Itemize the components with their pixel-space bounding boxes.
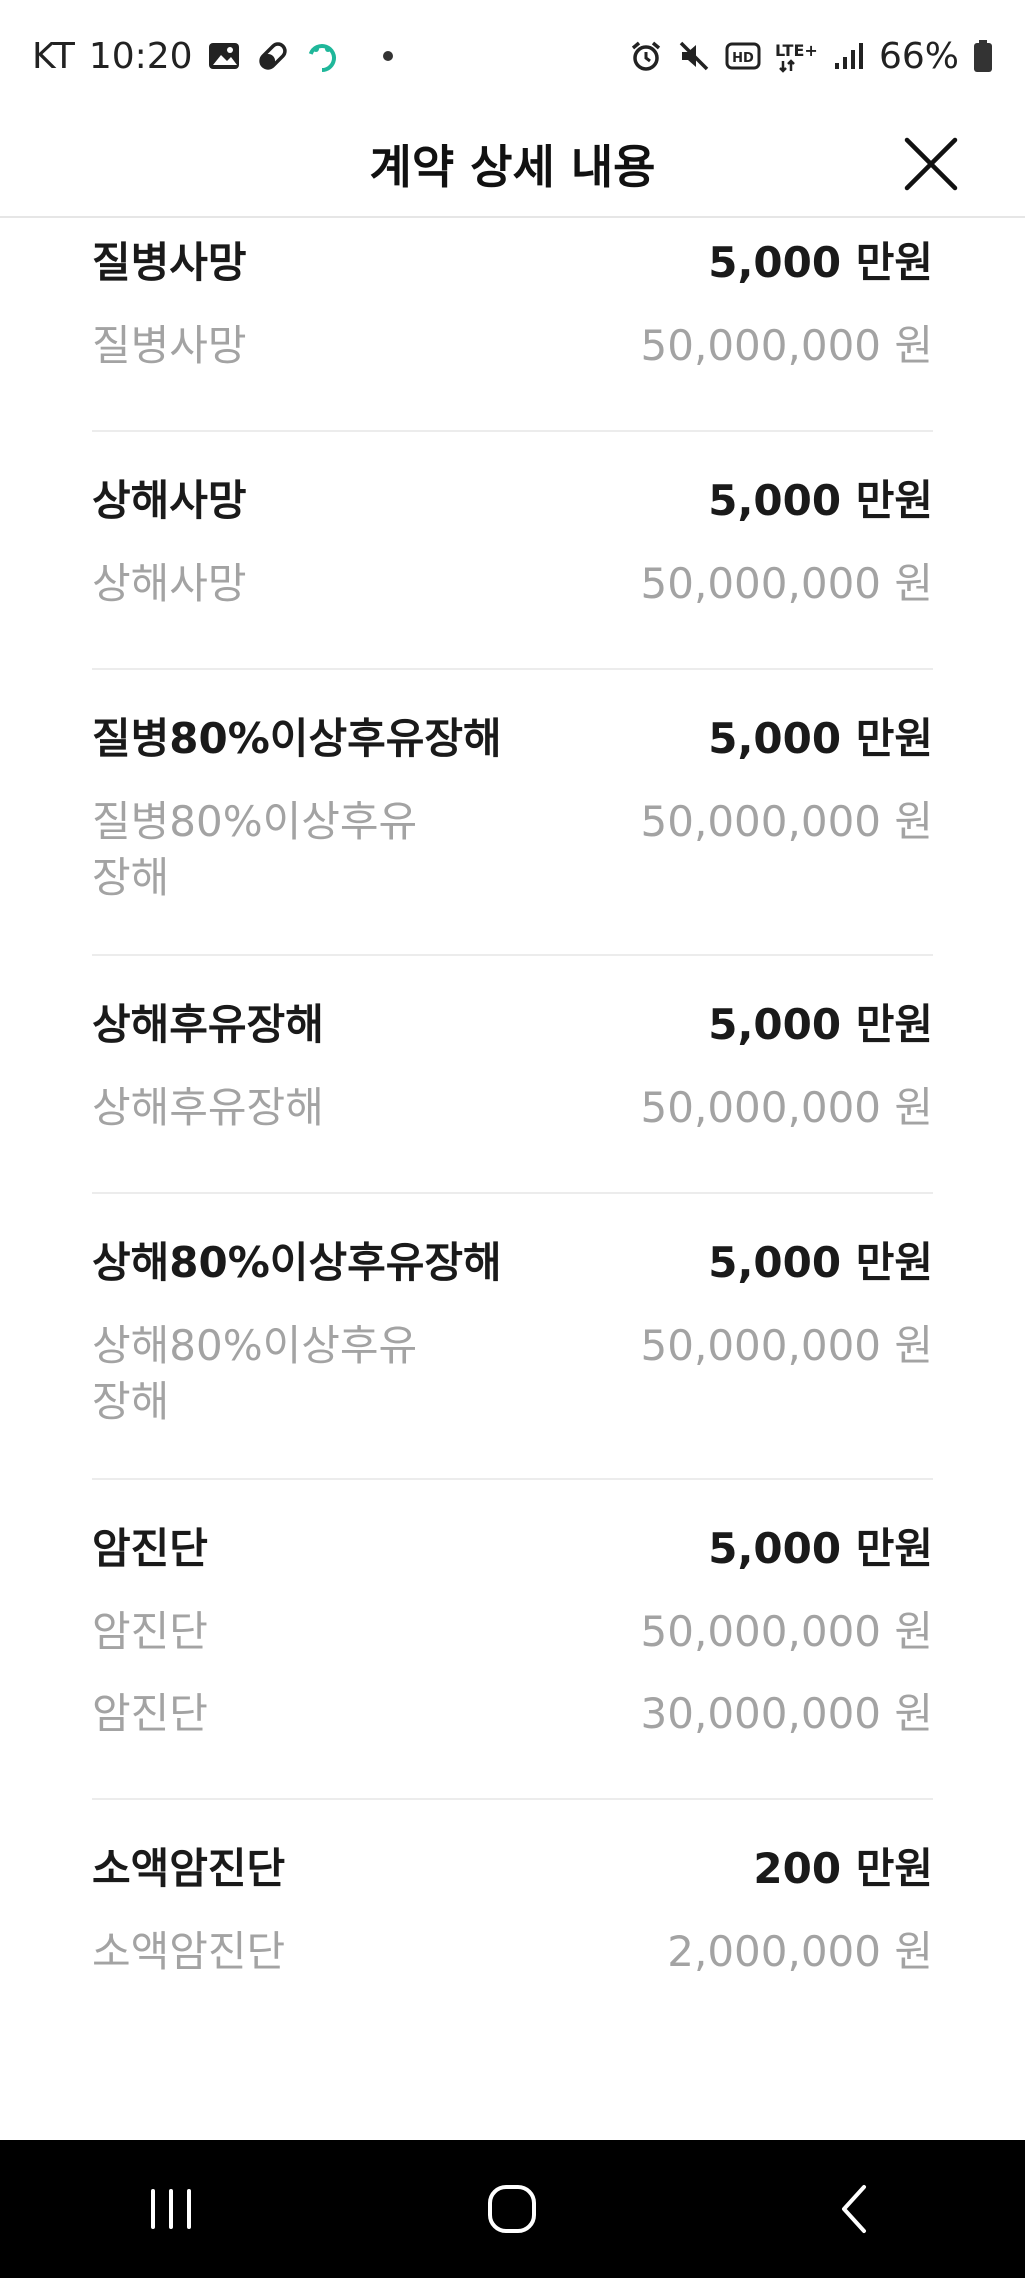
- coverage-amount: 5,000 만원: [708, 475, 933, 525]
- close-icon: [904, 137, 958, 191]
- coverage-title: 상해80%이상후유장해: [92, 1237, 502, 1287]
- coverage-detail-row: 상해사망 50,000,000 원: [92, 556, 933, 620]
- home-icon: [488, 2185, 537, 2233]
- mute-icon: [677, 39, 711, 73]
- coverage-detail-row: 소액암진단 2,000,000 원: [92, 1924, 933, 1988]
- coverage-summary-row: 질병사망 5,000 만원: [92, 218, 933, 300]
- coverage-detail-label: 상해후유장해: [92, 1083, 324, 1132]
- coverage-title: 소액암진단: [92, 1843, 286, 1893]
- coverage-detail-value: 50,000,000 원: [640, 797, 933, 846]
- coverage-summary-row: 암진단 5,000 만원: [92, 1504, 933, 1586]
- recent-apps-button[interactable]: [111, 2159, 231, 2259]
- page-title: 계약 상세 내용: [369, 140, 656, 194]
- coverage-detail-label: 암진단: [92, 1607, 208, 1656]
- pill-notification-icon: [255, 38, 291, 74]
- coverage-summary-row: 소액암진단 200 만원: [92, 1824, 933, 1906]
- coverage-group: 상해후유장해 5,000 만원 상해후유장해 50,000,000 원: [92, 956, 933, 1194]
- coverage-detail-value: 30,000,000 원: [640, 1689, 933, 1738]
- coverage-detail-label: 질병사망: [92, 321, 247, 370]
- coverage-detail-label: 암진단: [92, 1689, 208, 1738]
- coverage-summary-row: 상해80%이상후유장해 5,000 만원: [92, 1218, 933, 1300]
- close-button[interactable]: [891, 124, 971, 204]
- system-navigation-bar: [0, 2140, 1025, 2278]
- more-notifications-dot: [382, 51, 393, 61]
- coverage-detail-value: 2,000,000 원: [667, 1927, 933, 1976]
- coverage-amount: 5,000 만원: [708, 713, 933, 763]
- coverage-group: 소액암진단 200 만원 소액암진단 2,000,000 원: [92, 1800, 933, 2036]
- status-left: KT 10:20: [32, 36, 393, 77]
- battery-icon: [973, 39, 993, 73]
- coverage-detail-row: 상해후유장해 50,000,000 원: [92, 1080, 933, 1144]
- home-button[interactable]: [452, 2159, 572, 2259]
- coverage-detail-label: 상해80%이상후유장해: [92, 1321, 418, 1426]
- coverage-title: 상해사망: [92, 475, 247, 525]
- coverage-amount: 5,000 만원: [708, 237, 933, 287]
- coverage-summary-row: 상해사망 5,000 만원: [92, 456, 933, 538]
- coverage-group: 질병사망 5,000 만원 질병사망 50,000,000 원: [92, 218, 933, 432]
- lte-plus-icon: LTE+: [775, 39, 819, 73]
- recent-apps-icon: [150, 2189, 191, 2229]
- back-button[interactable]: [794, 2159, 914, 2259]
- carrier-label: KT: [32, 35, 75, 77]
- coverage-title: 질병사망: [92, 237, 247, 287]
- coverage-detail-row: 암진단 50,000,000 원: [92, 1604, 933, 1668]
- gallery-notification-icon: [207, 39, 241, 73]
- alarm-icon: [629, 39, 663, 73]
- coverage-title: 질병80%이상후유장해: [92, 713, 502, 763]
- coverage-detail-value: 50,000,000 원: [640, 1321, 933, 1370]
- coverage-amount: 5,000 만원: [708, 1523, 933, 1573]
- coverage-detail-label: 상해사망: [92, 559, 247, 608]
- coverage-detail-row: 상해80%이상후유장해 50,000,000 원: [92, 1318, 933, 1430]
- coverage-group: 상해사망 5,000 만원 상해사망 50,000,000 원: [92, 432, 933, 670]
- status-right: HD LTE+ 66%: [629, 36, 993, 77]
- status-bar: KT 10:20 HD LTE+ 66%: [0, 0, 1025, 112]
- coverage-group: 상해80%이상후유장해 5,000 만원 상해80%이상후유장해 50,000,…: [92, 1194, 933, 1480]
- hd-voice-icon: HD: [725, 41, 761, 71]
- coverage-summary-row: 질병80%이상후유장해 5,000 만원: [92, 694, 933, 776]
- coverage-detail-row: 암진단 30,000,000 원: [92, 1686, 933, 1750]
- coverage-detail-value: 50,000,000 원: [640, 559, 933, 608]
- lte-plus-label: LTE+: [775, 41, 818, 60]
- back-icon: [842, 2185, 867, 2233]
- coverage-amount: 5,000 만원: [708, 1237, 933, 1287]
- coverage-title: 암진단: [92, 1523, 208, 1573]
- svg-text:HD: HD: [732, 51, 754, 66]
- contract-detail-scroll[interactable]: 질병사망 5,000 만원 질병사망 50,000,000 원 상해사망 5,0…: [0, 218, 1025, 2140]
- coverage-detail-row: 질병사망 50,000,000 원: [92, 318, 933, 382]
- coverage-amount: 200 만원: [753, 1843, 933, 1893]
- coverage-title: 상해후유장해: [92, 999, 324, 1049]
- clock: 10:20: [88, 35, 193, 77]
- coverage-list: 질병사망 5,000 만원 질병사망 50,000,000 원 상해사망 5,0…: [92, 218, 933, 2036]
- coverage-detail-value: 50,000,000 원: [640, 1083, 933, 1132]
- coverage-detail-value: 50,000,000 원: [640, 1607, 933, 1656]
- coverage-group: 질병80%이상후유장해 5,000 만원 질병80%이상후유장해 50,000,…: [92, 670, 933, 956]
- app-header: 계약 상세 내용: [0, 112, 1025, 218]
- app-notification-icon: [305, 39, 339, 73]
- coverage-detail-label: 질병80%이상후유장해: [92, 797, 418, 902]
- signal-icon: [833, 41, 865, 71]
- coverage-amount: 5,000 만원: [708, 999, 933, 1049]
- coverage-detail-label: 소액암진단: [92, 1927, 286, 1976]
- coverage-detail-value: 50,000,000 원: [640, 321, 933, 370]
- coverage-summary-row: 상해후유장해 5,000 만원: [92, 980, 933, 1062]
- coverage-detail-row: 질병80%이상후유장해 50,000,000 원: [92, 794, 933, 906]
- battery-percent: 66%: [878, 35, 959, 77]
- coverage-group: 암진단 5,000 만원 암진단 50,000,000 원 암진단 30,000…: [92, 1480, 933, 1800]
